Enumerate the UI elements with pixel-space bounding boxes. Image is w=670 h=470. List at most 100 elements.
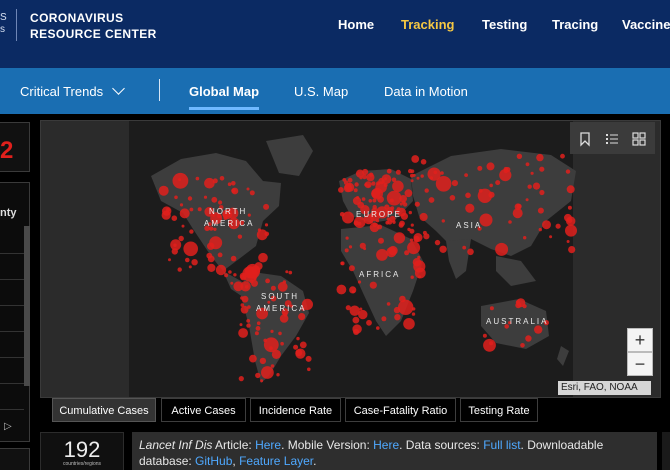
case-bubble[interactable] [527,184,532,189]
case-bubble[interactable] [296,336,300,341]
panel-next-arrow-icon[interactable]: ▷ [4,421,12,432]
case-bubble[interactable] [371,188,381,199]
subnav-us-map[interactable]: U.S. Map [294,84,348,99]
case-bubble[interactable] [567,217,573,223]
case-bubble[interactable] [412,307,416,311]
case-bubble[interactable] [265,278,270,284]
case-bubble[interactable] [177,267,182,272]
case-bubble[interactable] [383,183,388,187]
case-bubble[interactable] [409,238,414,242]
case-bubble[interactable] [366,319,372,326]
tab-incidence-rate[interactable]: Incidence Rate [250,398,341,422]
case-bubble[interactable] [508,220,512,224]
case-bubble[interactable] [391,177,397,183]
case-bubble[interactable] [178,235,184,242]
case-bubble[interactable] [410,179,414,183]
case-bubble[interactable] [351,290,355,294]
case-bubble[interactable] [271,349,281,359]
subnav-critical-trends[interactable]: Critical Trends [20,84,103,99]
case-bubble[interactable] [231,181,236,186]
case-bubble[interactable] [424,188,429,193]
case-bubble[interactable] [354,182,359,187]
case-bubble[interactable] [348,245,353,249]
legend-list-icon[interactable] [604,131,620,147]
case-bubble[interactable] [433,170,438,175]
mobile-version-link[interactable]: Here [373,438,399,452]
case-bubble[interactable] [530,171,534,175]
case-bubble[interactable] [204,177,215,189]
case-bubble[interactable] [385,220,390,225]
case-bubble[interactable] [523,236,527,240]
case-bubble[interactable] [239,323,243,327]
case-bubble[interactable] [285,270,289,274]
case-bubble[interactable] [369,281,377,289]
case-bubble[interactable] [411,312,416,316]
case-bubble[interactable] [247,213,251,217]
case-bubble[interactable] [255,326,261,331]
case-bubble[interactable] [342,211,354,224]
case-bubble[interactable] [410,223,414,227]
case-bubble[interactable] [412,173,416,177]
case-bubble[interactable] [408,210,412,215]
case-bubble[interactable] [465,192,471,199]
case-bubble[interactable] [520,343,525,348]
case-bubble[interactable] [566,185,575,194]
case-bubble[interactable] [410,169,415,174]
case-bubble[interactable] [241,295,249,303]
case-bubble[interactable] [238,376,244,382]
case-bubble[interactable] [398,299,414,315]
case-bubble[interactable] [217,252,223,258]
case-bubble[interactable] [247,305,251,309]
case-bubble[interactable] [240,281,251,292]
case-bubble[interactable] [534,325,543,334]
case-bubble[interactable] [368,199,373,203]
subnav-data-in-motion[interactable]: Data in Motion [384,84,468,99]
case-bubble[interactable] [429,176,434,180]
case-bubble[interactable] [187,196,193,201]
case-bubble[interactable] [376,326,380,330]
case-bubble[interactable] [419,212,428,222]
case-bubble[interactable] [307,367,311,372]
case-bubble[interactable] [344,248,349,253]
case-bubble[interactable] [536,153,544,162]
case-bubble[interactable] [364,183,368,187]
tab-cumulative-cases[interactable]: Cumulative Cases [52,398,156,422]
case-bubble[interactable] [256,321,261,325]
case-bubble[interactable] [503,166,508,172]
feature-layer-link[interactable]: Feature Layer [239,454,313,468]
case-bubble[interactable] [420,174,424,178]
github-link[interactable]: GitHub [195,454,232,468]
case-bubble[interactable] [211,196,218,203]
case-bubble[interactable] [246,187,250,191]
case-bubble[interactable] [394,314,401,321]
case-bubble[interactable] [357,221,362,226]
case-bubble[interactable] [462,245,467,250]
case-bubble[interactable] [231,188,236,193]
case-bubble[interactable] [376,249,388,261]
case-bubble[interactable] [439,245,447,253]
case-bubble[interactable] [489,183,494,188]
case-bubble[interactable] [372,204,377,210]
case-bubble[interactable] [549,235,553,239]
global-map[interactable]: NORTH AMERICA EUROPE ASIA AFRICA SOUTH A… [40,120,661,398]
case-bubble[interactable] [566,240,570,243]
case-bubble[interactable] [209,236,223,250]
case-bubble[interactable] [347,177,353,183]
case-bubble[interactable] [381,316,387,322]
case-bubble[interactable] [357,280,362,284]
case-bubble[interactable] [348,265,355,272]
case-bubble[interactable] [420,159,427,165]
case-bubble[interactable] [537,207,544,214]
case-bubble[interactable] [482,333,487,338]
case-bubble[interactable] [441,219,445,223]
subnav-global-map[interactable]: Global Map [189,84,259,99]
case-bubble[interactable] [386,302,391,306]
case-bubble[interactable] [567,205,572,210]
case-bubble[interactable] [195,176,200,181]
case-bubble[interactable] [434,239,441,246]
case-bubble[interactable] [347,183,352,188]
case-bubble[interactable] [336,284,347,295]
case-bubble[interactable] [414,201,420,207]
case-bubble[interactable] [411,155,420,163]
case-bubble[interactable] [525,198,529,202]
